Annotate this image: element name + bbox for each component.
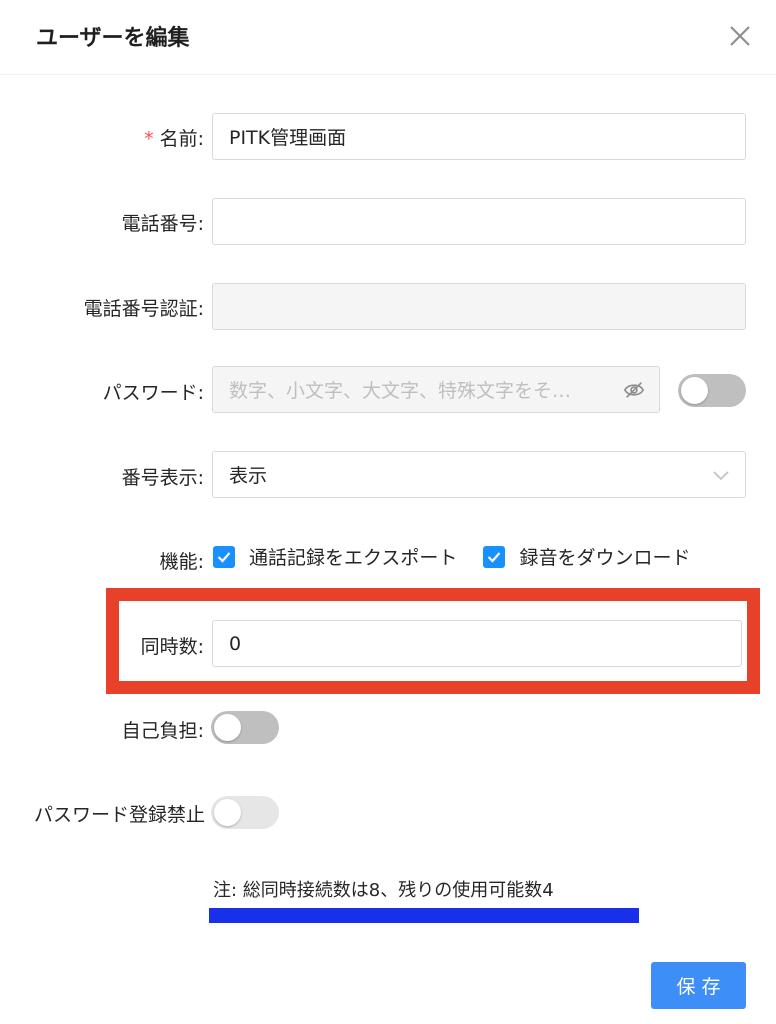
chevron-down-icon bbox=[713, 471, 729, 481]
save-button[interactable]: 保存 bbox=[651, 962, 746, 1009]
password-label: パスワード: bbox=[102, 382, 204, 404]
name-label: * 名前: bbox=[144, 128, 204, 150]
switch-knob bbox=[214, 799, 241, 826]
self-pay-label: 自己負担: bbox=[121, 720, 204, 742]
switch-knob bbox=[214, 714, 241, 741]
name-input[interactable]: PITK管理画面 bbox=[212, 113, 746, 160]
checkbox-checked-icon[interactable] bbox=[483, 545, 506, 568]
features-group: 通話記録をエクスポート 録音をダウンロード bbox=[213, 543, 716, 570]
required-mark: * bbox=[144, 128, 154, 150]
phone-input[interactable] bbox=[212, 198, 746, 245]
phone-verify-label: 電話番号認証: bbox=[83, 298, 204, 320]
number-display-label: 番号表示: bbox=[121, 467, 204, 489]
underline-annotation bbox=[209, 908, 639, 923]
number-display-value: 表示 bbox=[229, 465, 268, 487]
close-icon[interactable] bbox=[726, 22, 754, 50]
concurrency-note: 注: 総同時接続数は8、残りの使用可能数4 bbox=[213, 880, 554, 901]
feature-download-recording[interactable]: 録音をダウンロード bbox=[483, 543, 690, 570]
features-label: 機能: bbox=[159, 551, 204, 573]
number-display-select[interactable]: 表示 bbox=[212, 451, 746, 498]
feature-export-call-log[interactable]: 通話記録をエクスポート bbox=[213, 543, 457, 570]
password-reg-ban-label: パスワード登録禁止: bbox=[34, 804, 204, 826]
self-pay-switch[interactable] bbox=[211, 711, 279, 744]
password-placeholder: 数字、小文字、大文字、特殊文字をそ… bbox=[229, 380, 572, 402]
highlight-annotation-box bbox=[106, 588, 760, 694]
password-input[interactable]: 数字、小文字、大文字、特殊文字をそ… bbox=[212, 366, 660, 413]
password-reg-ban-switch bbox=[211, 796, 279, 829]
modal-title: ユーザーを編集 bbox=[36, 26, 190, 51]
switch-knob bbox=[681, 377, 708, 404]
password-switch[interactable] bbox=[678, 374, 746, 407]
eye-invisible-icon[interactable] bbox=[623, 379, 645, 401]
checkbox-checked-icon[interactable] bbox=[213, 545, 235, 568]
name-value: PITK管理画面 bbox=[229, 127, 347, 149]
modal-header: ユーザーを編集 bbox=[0, 0, 776, 75]
phone-verify-input bbox=[212, 283, 746, 330]
phone-label: 電話番号: bbox=[121, 213, 204, 235]
